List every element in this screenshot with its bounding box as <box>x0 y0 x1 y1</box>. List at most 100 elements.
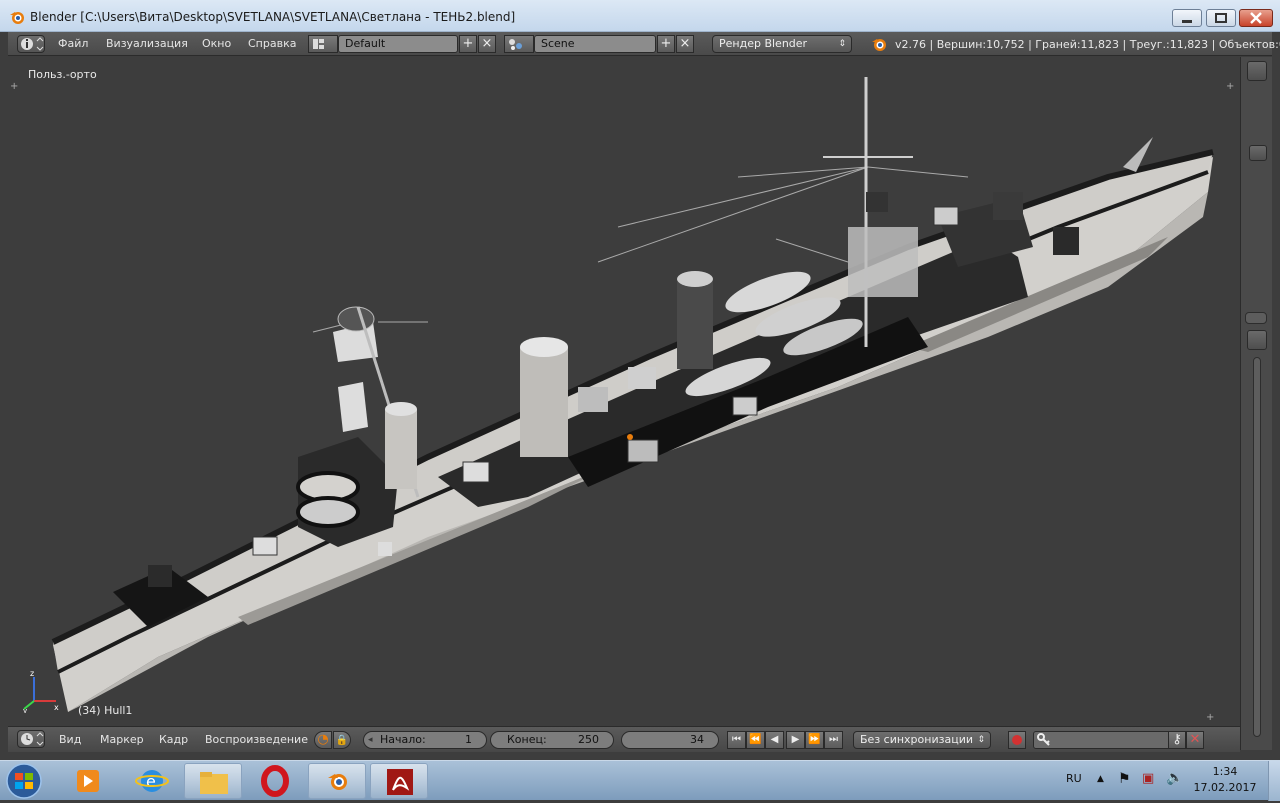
record-button[interactable] <box>1008 731 1026 749</box>
jump-keyframe-forward-button[interactable]: ⏩ <box>805 731 824 749</box>
active-object-label: (34) Hull1 <box>78 704 133 717</box>
restore-icon <box>1215 13 1227 23</box>
taskbar-blender[interactable] <box>308 763 366 799</box>
jump-end-button[interactable]: ⏭ <box>824 731 843 749</box>
layout-selector-button[interactable] <box>308 35 338 53</box>
window-title: Blender [C:\Users\Вита\Desktop\SVETLANA\… <box>30 10 516 24</box>
scene-selector-button[interactable] <box>504 35 534 53</box>
right-editor-strip <box>1240 57 1272 750</box>
clock-icon: ◔ <box>317 732 329 747</box>
show-desktop-button[interactable] <box>1268 761 1280 801</box>
outliner-editor-button[interactable] <box>1247 330 1267 350</box>
lock-icon: 🔒 <box>335 735 349 746</box>
menu-marker[interactable]: Маркер <box>100 733 144 746</box>
current-frame-value: 34 <box>690 733 704 746</box>
close-icon: × <box>481 36 493 51</box>
minimize-icon <box>1182 20 1192 23</box>
volume-icon[interactable]: 🔈 <box>1166 770 1183 786</box>
minimize-button[interactable] <box>1172 9 1202 27</box>
menu-help[interactable]: Справка <box>248 37 296 50</box>
sync-mode-dropdown[interactable]: Без синхронизации ⇕ <box>853 731 991 749</box>
taskbar-acrobat[interactable] <box>370 763 428 799</box>
menu-frame[interactable]: Кадр <box>159 733 188 746</box>
properties-editor-button[interactable] <box>1247 61 1267 81</box>
start-frame-field[interactable]: ◂ Начало: 1 <box>363 731 487 749</box>
show-hidden-icons-icon[interactable]: ▲ <box>1097 774 1104 784</box>
jump-start-icon: ⏮ <box>732 734 741 745</box>
jump-end-icon: ⏭ <box>829 734 838 745</box>
end-frame-field[interactable]: Конец: 250 <box>490 731 614 749</box>
timeline-editor-type-button[interactable] <box>17 730 45 748</box>
window-titlebar: Blender [C:\Users\Вита\Desktop\SVETLANA\… <box>0 0 1280 32</box>
taskbar-file-explorer[interactable] <box>184 763 242 799</box>
delete-scene-button[interactable]: × <box>676 35 694 53</box>
preview-range-toggle[interactable]: ◔ <box>314 731 332 749</box>
jump-keyframe-back-button[interactable]: ⏪ <box>746 731 765 749</box>
info-header: Файл Визуализация Окно Справка Default +… <box>8 32 1280 56</box>
blender-logo-icon <box>328 774 347 790</box>
menu-playback[interactable]: Воспроизведение <box>205 733 308 746</box>
svg-text:y: y <box>23 707 27 713</box>
fast-forward-icon: ⏩ <box>808 734 821 745</box>
toolshelf-toggle-icon[interactable]: + <box>10 81 18 92</box>
start-frame-value: 1 <box>465 733 472 746</box>
scene-name-field[interactable]: Scene <box>534 35 656 53</box>
maximize-button[interactable] <box>1206 9 1236 27</box>
scene-stats: v2.76 | Вершин:10,752 | Граней:11,823 | … <box>895 38 1280 51</box>
delete-layout-button[interactable]: × <box>478 35 496 53</box>
windows-logo-icon <box>6 763 42 799</box>
end-frame-label: Конец: <box>507 733 547 746</box>
delete-keyframe-button[interactable]: ✕ <box>1186 731 1204 749</box>
acrobat-icon <box>387 769 413 795</box>
editor-type-button[interactable] <box>17 35 45 53</box>
add-layout-button[interactable]: + <box>459 35 477 53</box>
record-icon <box>1012 735 1022 745</box>
render-camera-icon[interactable] <box>1249 145 1267 161</box>
play-reverse-button[interactable]: ◀ <box>765 731 784 749</box>
taskbar-opera[interactable] <box>246 763 304 799</box>
internet-explorer-icon: e <box>135 770 169 792</box>
menu-window[interactable]: Окно <box>202 37 231 50</box>
start-button[interactable] <box>3 762 45 800</box>
sync-mode-label: Без синхронизации <box>860 733 973 746</box>
clock[interactable]: 1:34 17.02.2017 <box>1190 765 1260 794</box>
start-frame-label: Начало: <box>380 733 426 746</box>
language-indicator[interactable]: RU <box>1066 772 1082 785</box>
windows-taskbar: e RU ▲ ⚑ ▣ 🔈 1:34 17.02.2017 <box>0 760 1280 801</box>
arrow-left-icon: ◂ <box>368 735 373 745</box>
menu-file[interactable]: Файл <box>58 37 88 50</box>
current-frame-field[interactable]: 34 <box>621 731 719 749</box>
layout-name-field[interactable]: Default <box>338 35 458 53</box>
menu-render[interactable]: Визуализация <box>106 37 188 50</box>
scene-icon <box>509 39 522 50</box>
close-icon <box>1250 12 1262 24</box>
action-center-flag-icon[interactable]: ⚑ <box>1118 771 1131 787</box>
blender-logo-icon <box>10 12 24 24</box>
render-engine-label: Рендер Blender <box>719 37 808 50</box>
network-icon[interactable]: ▣ <box>1142 771 1154 786</box>
taskbar-media-player[interactable] <box>59 763 117 799</box>
taskbar-internet-explorer[interactable]: e <box>123 763 181 799</box>
close-button[interactable] <box>1239 9 1273 27</box>
rewind-icon: ⏪ <box>749 734 762 745</box>
lock-frame-toggle[interactable]: 🔒 <box>333 731 351 749</box>
menu-view[interactable]: Вид <box>59 733 81 746</box>
properties-toggle-icon[interactable]: + <box>1226 81 1234 92</box>
add-scene-button[interactable]: + <box>657 35 675 53</box>
render-engine-dropdown[interactable]: Рендер Blender ⇕ <box>712 35 852 53</box>
close-icon: × <box>679 36 691 51</box>
jump-start-button[interactable]: ⏮ <box>727 731 746 749</box>
3d-viewport[interactable]: Польз.-орто (34) Hull1 z x y + + + <box>8 57 1240 725</box>
key-icon: ⚷ <box>1172 732 1182 747</box>
clock-icon <box>21 732 44 746</box>
view-mode-label: Польз.-орто <box>28 68 97 81</box>
region-corner-icon[interactable]: + <box>1206 712 1214 723</box>
timeline-header: Вид Маркер Кадр Воспроизведение ◔ 🔒 ◂ На… <box>8 726 1240 752</box>
toggle-switch[interactable] <box>1245 312 1267 324</box>
keying-set-field[interactable] <box>1033 731 1173 749</box>
play-button[interactable]: ▶ <box>786 731 805 749</box>
insert-keyframe-button[interactable]: ⚷ <box>1168 731 1186 749</box>
axis-gizmo-icon: z x y <box>23 669 59 713</box>
vertical-scrollbar[interactable] <box>1253 357 1261 737</box>
blender-logo-icon <box>872 39 886 51</box>
